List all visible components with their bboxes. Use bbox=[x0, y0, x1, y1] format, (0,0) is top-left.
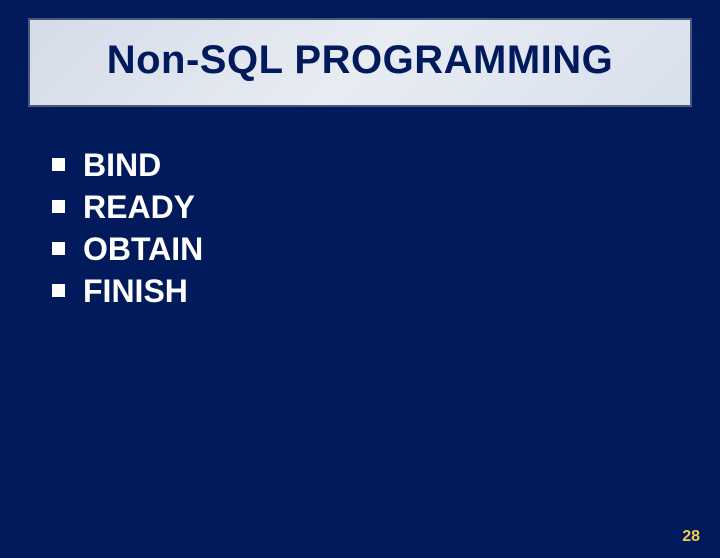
bullet-text: BIND bbox=[83, 145, 161, 185]
list-item: BIND bbox=[52, 145, 720, 185]
bullet-text: READY bbox=[83, 187, 195, 227]
bullet-text: OBTAIN bbox=[83, 229, 203, 269]
square-bullet-icon bbox=[52, 242, 65, 255]
list-item: READY bbox=[52, 187, 720, 227]
list-item: FINISH bbox=[52, 271, 720, 311]
bullet-list: BIND READY OBTAIN FINISH bbox=[52, 145, 720, 311]
page-number: 28 bbox=[682, 528, 700, 546]
slide-title: Non-SQL PROGRAMMING bbox=[40, 38, 680, 83]
square-bullet-icon bbox=[52, 200, 65, 213]
square-bullet-icon bbox=[52, 158, 65, 171]
slide-title-box: Non-SQL PROGRAMMING bbox=[28, 18, 692, 107]
list-item: OBTAIN bbox=[52, 229, 720, 269]
bullet-text: FINISH bbox=[83, 271, 188, 311]
square-bullet-icon bbox=[52, 284, 65, 297]
